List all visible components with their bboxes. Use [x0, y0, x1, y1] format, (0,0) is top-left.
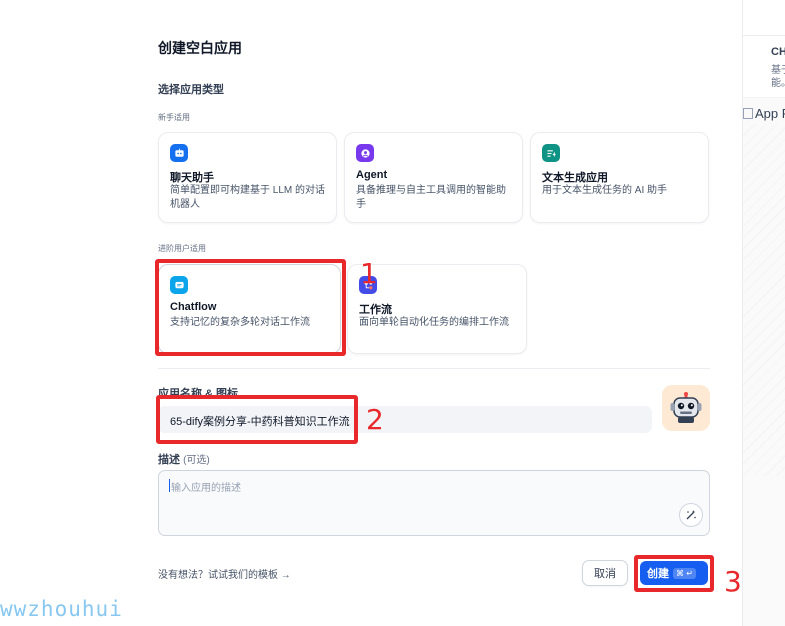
- preview-description: 基于 能。: [771, 65, 785, 89]
- section-divider: [158, 368, 710, 369]
- description-optional-tag: (可选): [183, 455, 210, 466]
- description-label-text: 描述: [158, 454, 180, 466]
- create-app-dialog: 创建空白应用 选择应用类型 新手适用 聊天助手 简单配置即可构建基于 LLM 的…: [0, 0, 785, 626]
- preview-header: [743, 0, 785, 36]
- annotation-number-3: 3: [724, 565, 742, 598]
- app-type-desc: 简单配置即可构建基于 LLM 的对话机器人: [170, 185, 326, 210]
- create-button-label: 创建: [647, 568, 669, 580]
- app-type-card-chatflow[interactable]: Chatflow 支持记忆的复杂多轮对话工作流: [158, 264, 341, 354]
- preview-image: App P: [743, 106, 785, 121]
- text-generation-icon: [542, 144, 560, 162]
- app-type-name: Agent: [356, 169, 388, 181]
- app-type-name: 工作流: [359, 304, 392, 316]
- create-shortcut-badge: ⌘ ↵: [673, 567, 696, 579]
- cancel-button[interactable]: 取消: [582, 560, 628, 586]
- app-type-card-chatbot[interactable]: 聊天助手 简单配置即可构建基于 LLM 的对话机器人: [158, 132, 337, 223]
- try-templates-link[interactable]: 没有想法？试试我们的模板 →: [158, 566, 291, 581]
- watermark: wwzhouhui: [0, 597, 123, 621]
- app-preview-panel: CHA 基于 能。 App P: [742, 0, 785, 626]
- dialog-title: 创建空白应用: [158, 40, 242, 56]
- chat-bot-icon: [170, 144, 188, 162]
- broken-image-icon: [743, 108, 753, 119]
- robot-icon: [670, 392, 702, 423]
- description-label: 描述 (可选): [158, 451, 210, 467]
- app-type-card-agent[interactable]: Agent 具备推理与自主工具调用的智能助手: [344, 132, 523, 223]
- annotation-number-2: 2: [366, 403, 384, 436]
- advanced-group-label: 进阶用户适用: [158, 244, 206, 253]
- text-caret: [169, 479, 170, 492]
- description-textarea[interactable]: 输入应用的描述: [158, 470, 710, 536]
- description-placeholder: 输入应用的描述: [171, 483, 241, 494]
- app-type-desc: 具备推理与自主工具调用的智能助手: [356, 185, 506, 210]
- magic-wand-icon: [686, 510, 696, 520]
- app-type-section-title: 选择应用类型: [158, 84, 224, 96]
- app-type-card-text-generation[interactable]: 文本生成应用 用于文本生成任务的 AI 助手: [530, 132, 709, 223]
- preview-image-alt: App P: [755, 106, 785, 121]
- app-type-desc: 支持记忆的复杂多轮对话工作流: [170, 317, 310, 328]
- app-type-desc: 用于文本生成任务的 AI 助手: [542, 185, 668, 196]
- app-type-name: 聊天助手: [170, 172, 214, 184]
- create-button[interactable]: 创建 ⌘ ↵: [640, 561, 708, 585]
- beginner-group-label: 新手适用: [158, 113, 190, 122]
- preview-hatch-area: [743, 124, 785, 476]
- chatflow-icon: [170, 276, 188, 294]
- agent-icon: [356, 144, 374, 162]
- app-name-label: 应用名称 & 图标: [158, 388, 239, 400]
- app-type-desc: 面向单轮自动化任务的编排工作流: [359, 317, 509, 328]
- app-icon-picker[interactable]: [662, 385, 710, 431]
- ai-generate-description-button[interactable]: [679, 503, 703, 527]
- preview-title: CHA: [771, 46, 785, 58]
- annotation-number-1: 1: [360, 257, 378, 290]
- app-name-value: 65-dify案例分享-中药科普知识工作流: [170, 416, 350, 428]
- app-type-name: Chatflow: [170, 301, 217, 313]
- app-type-name: 文本生成应用: [542, 172, 608, 184]
